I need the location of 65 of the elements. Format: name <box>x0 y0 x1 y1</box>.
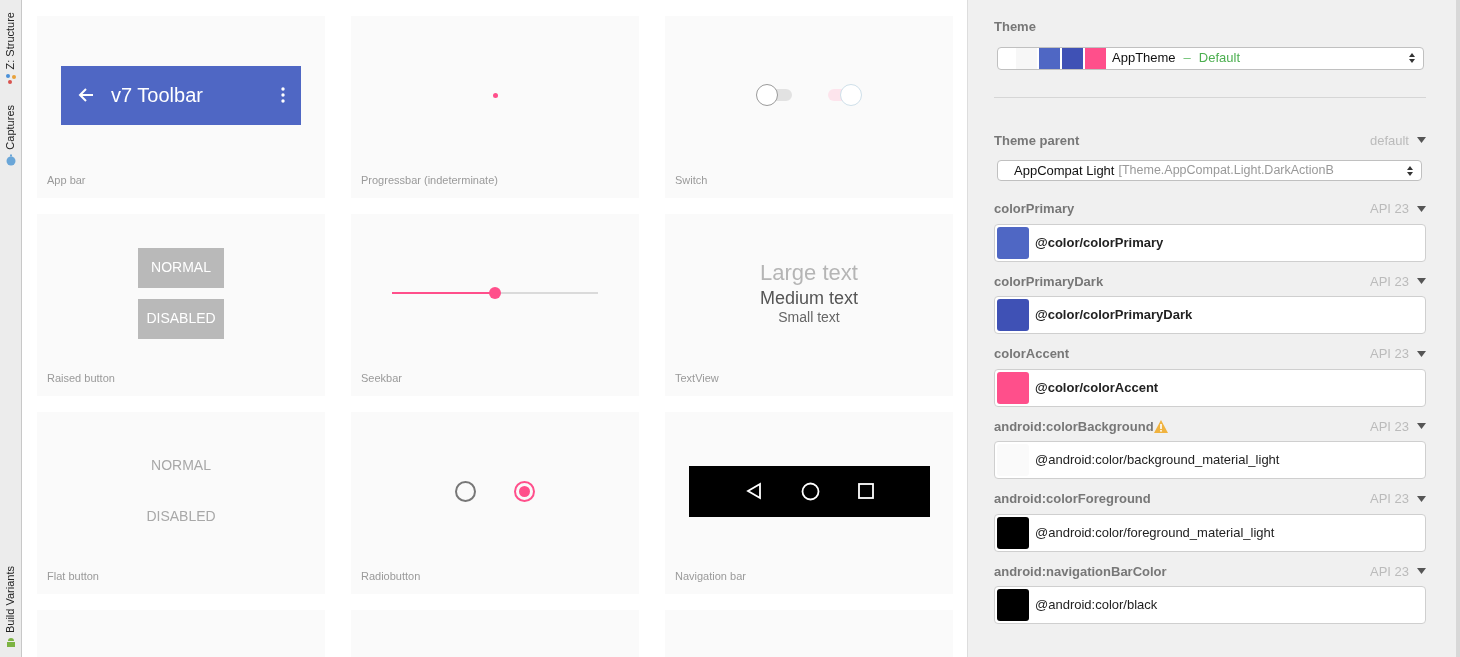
stopwatch-icon <box>4 154 17 167</box>
dropdown-arrow-icon[interactable] <box>1417 350 1426 357</box>
theme-label: Theme <box>994 18 1037 36</box>
medium-text: Medium text <box>759 286 858 310</box>
attribute-value-field[interactable]: @color/colorPrimaryDark <box>994 296 1426 334</box>
card-caption: Seekbar <box>361 370 402 386</box>
attribute-value-field[interactable]: @color/colorAccent <box>994 368 1426 407</box>
card-caption: Navigation bar <box>675 568 746 584</box>
attribute-name: android:colorBackground <box>994 417 1154 436</box>
structure-icon <box>4 73 17 86</box>
card-caption: Flat button <box>47 568 99 584</box>
large-text: Large text <box>760 259 858 287</box>
toolbar-title: v7 Toolbar <box>111 83 204 108</box>
dropdown-arrow-icon[interactable] <box>1417 423 1426 430</box>
attribute-value: @android:color/foreground_material_light <box>1035 523 1275 542</box>
theme-separator: – <box>1183 49 1191 68</box>
tool-window-tab[interactable]: Build Variants <box>2 561 19 653</box>
progress-dot-icon <box>492 92 498 98</box>
seekbar-thumb[interactable] <box>489 287 501 299</box>
switch-toggle[interactable] <box>756 83 794 107</box>
theme-parent-label: Theme parent <box>994 131 1080 150</box>
square-icon[interactable] <box>857 483 874 499</box>
dropdown-arrow-icon[interactable] <box>1417 278 1426 285</box>
attribute-name: android:navigationBarColor <box>994 562 1167 581</box>
attribute-value-field[interactable]: @android:color/black <box>994 586 1426 624</box>
attribute-value-field[interactable]: @color/colorPrimary <box>994 223 1426 262</box>
home-circle-icon[interactable] <box>800 481 820 501</box>
dropdown-arrow-icon[interactable] <box>1417 495 1426 502</box>
attribute-value: @android:color/black <box>1035 596 1158 615</box>
attribute-value: @color/colorPrimaryDark <box>1035 306 1193 325</box>
attribute-value: @android:color/background_material_light <box>1035 451 1280 470</box>
dropdown-arrow-icon[interactable] <box>1417 568 1426 575</box>
attribute-name: colorPrimary <box>994 200 1075 218</box>
attribute-value: @color/colorPrimary <box>1035 233 1164 252</box>
attribute-name: colorPrimaryDark <box>994 272 1104 291</box>
theme-name: AppTheme <box>1112 49 1176 68</box>
card-caption: Switch <box>675 172 708 188</box>
back-triangle-icon[interactable] <box>744 482 763 500</box>
attribute-value: @color/colorAccent <box>1035 378 1159 397</box>
updown-arrows-icon <box>1407 165 1413 176</box>
theme-variant: Default <box>1198 49 1242 68</box>
card-caption: App bar <box>47 172 86 188</box>
more-icon <box>281 87 285 103</box>
attribute-name: android:colorForeground <box>994 490 1151 508</box>
radio-button[interactable] <box>514 480 535 502</box>
parent-detail: [Theme.AppCompat.Light.DarkActionB <box>1118 162 1335 180</box>
parent-name: AppCompat Light <box>1014 161 1115 180</box>
card-caption: TextView <box>675 370 719 386</box>
card-caption: Raised button <box>47 370 115 386</box>
small-text: Small text <box>778 309 840 327</box>
back-arrow-icon <box>77 86 95 104</box>
attribute-value-field[interactable]: @android:color/foreground_material_light <box>994 513 1426 552</box>
radio-button[interactable] <box>455 480 476 502</box>
updown-arrows-icon <box>1409 53 1415 63</box>
card-caption: Radiobutton <box>361 568 421 584</box>
dropdown-arrow-icon[interactable] <box>1417 137 1426 144</box>
attribute-name: colorAccent <box>994 345 1070 363</box>
theme-parent-select[interactable]: AppCompat Light [Theme.AppCompat.Light.DarkActionB <box>997 160 1422 181</box>
attribute-value-field[interactable]: @android:color/background_material_light <box>994 441 1426 479</box>
theme-select[interactable]: AppTheme – Default <box>997 46 1424 70</box>
android-icon <box>4 637 17 649</box>
card-caption: Progressbar (indeterminate) <box>361 172 498 188</box>
tool-window-tab[interactable]: Z: Structure <box>2 8 19 90</box>
dropdown-arrow-icon[interactable] <box>1417 205 1426 212</box>
tool-window-tab[interactable]: Captures <box>2 101 19 171</box>
